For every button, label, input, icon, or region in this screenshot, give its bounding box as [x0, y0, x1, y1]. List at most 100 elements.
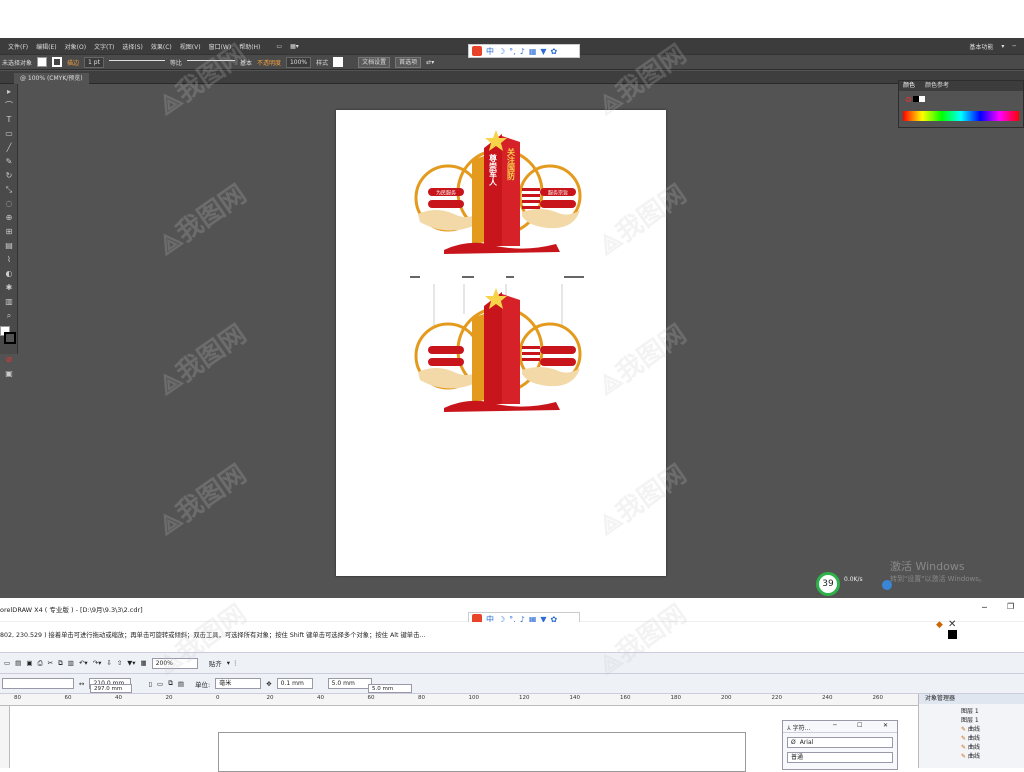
- list-item[interactable]: 图层 1: [961, 706, 1024, 715]
- minimize-button[interactable]: ─: [982, 603, 987, 612]
- stroke-label[interactable]: 描边: [67, 58, 79, 67]
- punctuation-icon[interactable]: °,: [509, 47, 516, 56]
- duplicate-x-field[interactable]: 5.0 mm: [327, 678, 372, 689]
- import-icon[interactable]: ⇩: [106, 659, 111, 667]
- type-tool-icon[interactable]: T: [3, 114, 15, 126]
- skin-icon[interactable]: ▼: [540, 47, 546, 56]
- font-style-select[interactable]: 普通: [787, 752, 893, 763]
- color-spectrum[interactable]: [903, 111, 1019, 121]
- docker-minimize[interactable]: ─: [833, 722, 837, 729]
- fill-stroke-control[interactable]: [0, 326, 17, 350]
- workspace-switcher[interactable]: 基本功能: [969, 42, 993, 51]
- moon-icon[interactable]: ☽: [498, 47, 505, 56]
- tab-color-guide[interactable]: 颜色参考: [925, 82, 949, 89]
- list-item[interactable]: 图层 1: [961, 715, 1024, 724]
- mic-icon[interactable]: ♪: [520, 47, 525, 56]
- arrange-docs-icon[interactable]: ⇄▾: [426, 59, 434, 66]
- document-tab[interactable]: @ 100% (CMYK/预览): [14, 73, 89, 84]
- close-icon[interactable]: ─: [1012, 43, 1016, 50]
- docker-close[interactable]: ✕: [883, 722, 888, 729]
- pencil-tool-icon[interactable]: ✎: [3, 156, 15, 168]
- line-profile-label[interactable]: 等比: [170, 58, 182, 67]
- ime-toolbar-top[interactable]: 中 ☽ °, ♪ ▦ ▼ ✿: [468, 44, 580, 58]
- nudge-field[interactable]: 0.1 mm: [276, 678, 313, 689]
- fill-swatch[interactable]: [37, 57, 48, 67]
- rotate-tool-icon[interactable]: ↻: [3, 170, 15, 182]
- keyboard-icon[interactable]: ▦: [529, 47, 537, 56]
- welcome-icon[interactable]: ▦: [141, 659, 147, 667]
- landscape-icon[interactable]: ▭: [157, 680, 163, 688]
- brush-label[interactable]: 基本: [240, 58, 252, 67]
- minimize-icon[interactable]: ▾: [1001, 43, 1004, 50]
- preferences-button[interactable]: 首选项: [395, 56, 422, 68]
- lasso-tool-icon[interactable]: ⌒: [3, 100, 15, 112]
- save-icon[interactable]: ▣: [26, 659, 32, 667]
- open-icon[interactable]: ▤: [15, 659, 21, 667]
- layout-icon[interactable]: ▦▾: [290, 43, 299, 50]
- menu-object[interactable]: 对象(O): [65, 42, 86, 51]
- symbol-tool-icon[interactable]: ✱: [3, 282, 15, 294]
- duplicate-y-field[interactable]: 5.0 mm: [368, 684, 412, 693]
- print-icon[interactable]: ⎙: [37, 659, 42, 668]
- ime-mode-label[interactable]: 中: [486, 46, 494, 57]
- snap-icon[interactable]: ▾ ⋮: [227, 659, 239, 667]
- none-swatch-icon[interactable]: ⊘: [905, 95, 912, 104]
- document-setup-button[interactable]: 文档设置: [358, 56, 391, 68]
- page-height-field[interactable]: 297.0 mm: [90, 684, 132, 693]
- stroke-swatch[interactable]: [52, 57, 63, 67]
- zoom-level-select[interactable]: 200%: [151, 657, 198, 669]
- network-monitor-widget[interactable]: 39 0.0K/s: [816, 572, 896, 596]
- opacity-label[interactable]: 不透明度: [257, 58, 281, 67]
- menu-type[interactable]: 文字(T): [94, 42, 114, 51]
- gradient-tool-icon[interactable]: ▤: [3, 240, 15, 252]
- maximize-button[interactable]: ❐: [1007, 602, 1014, 611]
- menu-view[interactable]: 视图(V): [180, 42, 201, 51]
- menu-select[interactable]: 选择(S): [122, 42, 143, 51]
- menu-edit[interactable]: 编辑(E): [36, 42, 56, 51]
- screen-mode-icon[interactable]: ▣: [3, 368, 15, 380]
- rectangle-tool-icon[interactable]: ▭: [3, 128, 15, 140]
- selection-tool-icon[interactable]: ▸: [3, 86, 15, 98]
- paste-icon[interactable]: ▥: [68, 659, 74, 667]
- tab-color[interactable]: 颜色: [903, 82, 915, 89]
- settings-icon[interactable]: ✿: [551, 47, 558, 56]
- paper-type-select[interactable]: [2, 678, 74, 689]
- opacity-field[interactable]: 100%: [285, 56, 312, 68]
- cut-icon[interactable]: ✂: [48, 659, 53, 667]
- brush-line[interactable]: [186, 60, 235, 61]
- white-swatch[interactable]: [919, 96, 925, 102]
- units-select[interactable]: 毫米: [215, 678, 262, 689]
- portrait-icon[interactable]: ▯: [148, 680, 152, 688]
- style-swatch[interactable]: [333, 57, 344, 67]
- list-item[interactable]: ✎ 曲线: [961, 724, 1024, 733]
- scale-tool-icon[interactable]: ⤡: [3, 184, 15, 196]
- coreldraw-page[interactable]: [218, 732, 746, 772]
- line-tool-icon[interactable]: ╱: [3, 142, 15, 154]
- graph-tool-icon[interactable]: ▥: [3, 296, 15, 308]
- line-profile[interactable]: [108, 60, 165, 61]
- snap-menu[interactable]: 贴齐: [209, 658, 222, 668]
- list-item[interactable]: ✎ 曲线: [961, 751, 1024, 760]
- arrange-icon[interactable]: ▭: [276, 43, 282, 50]
- all-pages-icon[interactable]: ⧉: [168, 679, 173, 688]
- military-wall-design-2[interactable]: [336, 268, 666, 418]
- accelerate-icon[interactable]: [882, 580, 892, 590]
- stroke-weight-field[interactable]: 1 pt: [84, 56, 104, 68]
- new-icon[interactable]: ▭: [4, 659, 10, 667]
- menu-file[interactable]: 文件(F): [8, 42, 28, 51]
- blend-tool-icon[interactable]: ◐: [3, 268, 15, 280]
- menu-effect[interactable]: 效果(C): [151, 42, 172, 51]
- copy-icon[interactable]: ⧉: [58, 659, 63, 668]
- redo-icon[interactable]: ↷▾: [93, 659, 102, 667]
- undo-icon[interactable]: ↶▾: [79, 659, 88, 667]
- artboard[interactable]: 为民服务 服务宗旨 尊崇军人 关注国防: [336, 110, 666, 576]
- list-item[interactable]: ✎ 曲线: [961, 742, 1024, 751]
- mesh-tool-icon[interactable]: ⊞: [3, 226, 15, 238]
- warp-tool-icon[interactable]: ◌: [3, 198, 15, 210]
- none-swatch-icon[interactable]: ⊘: [3, 354, 15, 366]
- shape-builder-icon[interactable]: ⊕: [3, 212, 15, 224]
- list-item[interactable]: ✎ 曲线: [961, 733, 1024, 742]
- menu-help[interactable]: 帮助(H): [239, 42, 260, 51]
- zoom-tool-icon[interactable]: ⌕: [3, 310, 15, 322]
- menu-window[interactable]: 窗口(W): [209, 42, 232, 51]
